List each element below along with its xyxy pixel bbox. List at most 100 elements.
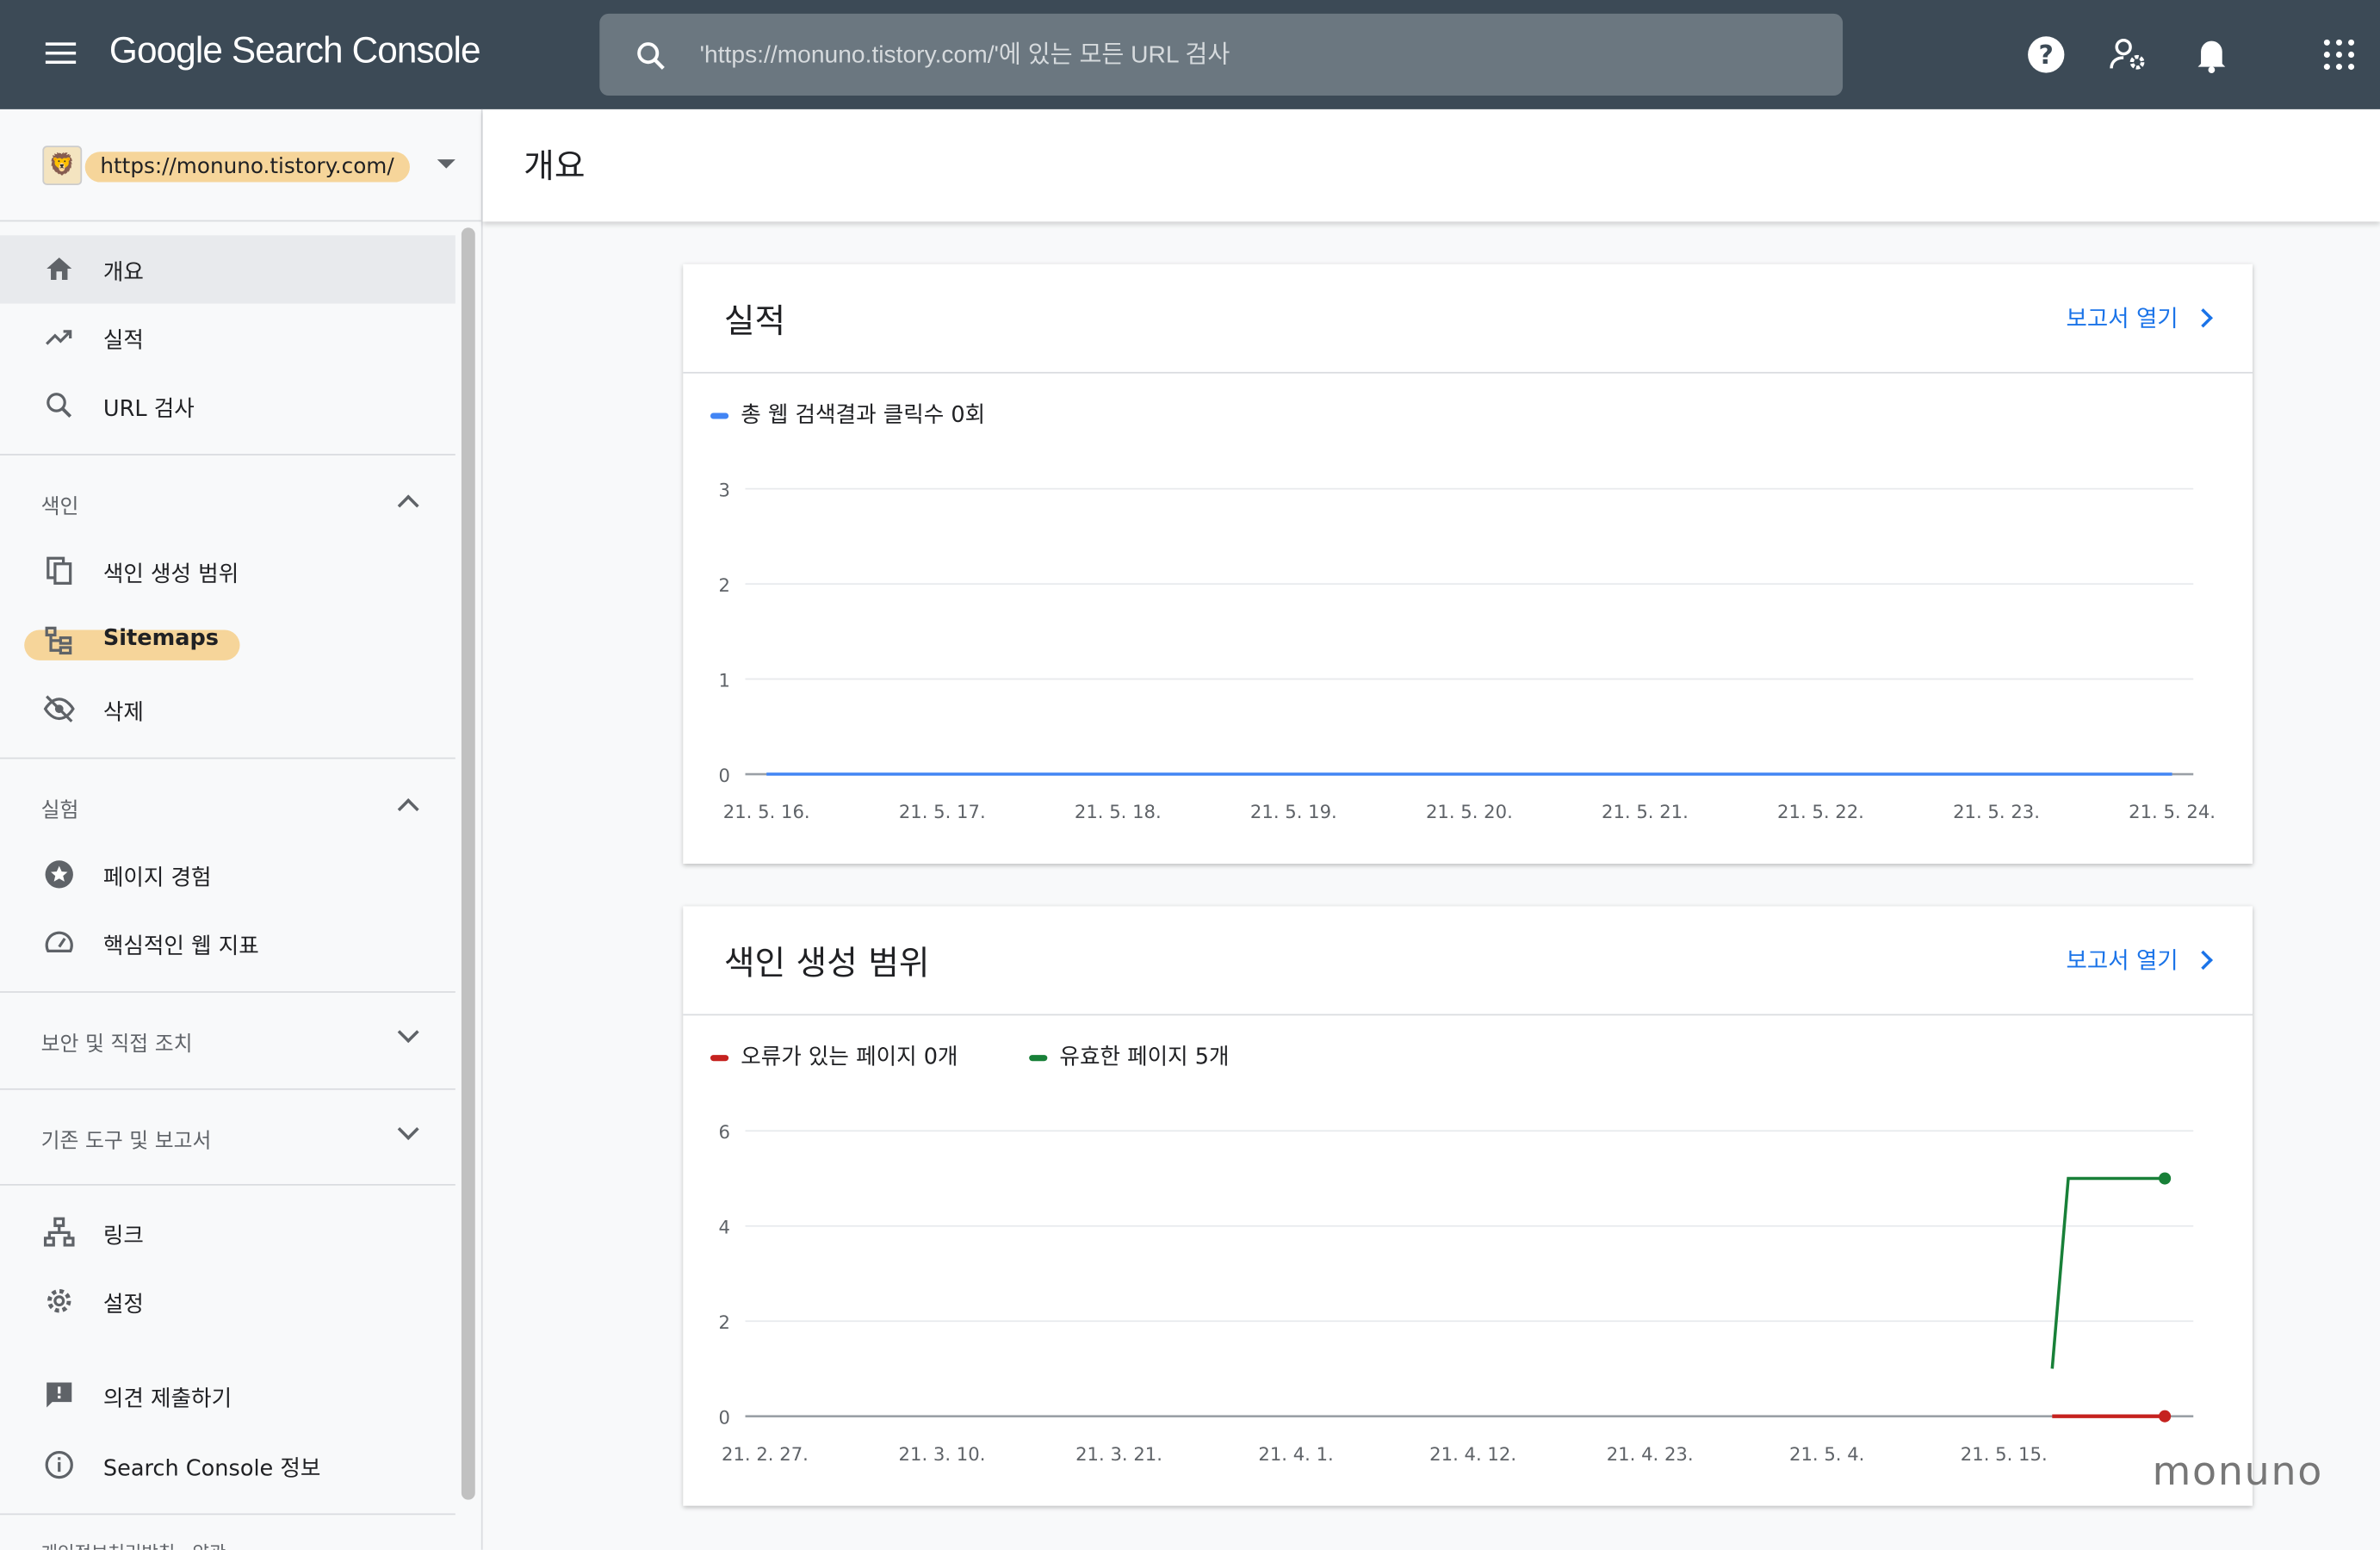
sidebar-item-label: 실적 [102,329,144,354]
sidebar-item-page-experience[interactable]: 페이지 경험 [0,841,456,909]
home-icon [46,257,72,280]
chevron-down-icon [397,1119,419,1140]
sidebar: 🦁 https://monuno.tistory.com/ 개요 실적 URL … [0,108,483,1550]
sidebar-item-overview[interactable]: 개요 [0,235,456,304]
sidebar-item-label: 의견 제출하기 [102,1387,232,1412]
chevron-up-icon [397,798,419,821]
search-icon [46,393,72,418]
sidebar-item-coverage[interactable]: 색인 생성 범위 [0,537,456,605]
sidebar-item-url-inspection[interactable]: URL 검사 [0,372,456,440]
divider [0,757,456,760]
x-tick-label: 21. 3. 10. [899,1443,986,1465]
notifications-icon[interactable] [2191,34,2233,76]
y-tick-label: 4 [718,1217,729,1238]
chevron-up-icon [397,494,419,517]
page-header: 개요 [482,108,2380,222]
x-tick-label: 21. 5. 19. [1250,801,1337,822]
copy-icon [46,556,72,585]
series-end-point [2159,1172,2172,1185]
info-icon [45,1450,73,1479]
sidebar-item-label: 색인 생성 범위 [102,562,239,588]
sidebar-item-label: Search Console 정보 [102,1457,321,1482]
sidebar-item-links[interactable]: 링크 [0,1200,456,1268]
section-label: 색인 [40,494,79,519]
y-tick-label: 0 [718,765,729,786]
feedback-icon [46,1382,72,1408]
section-security-toggle[interactable]: 보안 및 직접 조치 [0,1007,456,1074]
dropdown-arrow-icon[interactable] [437,159,456,169]
sitemap-icon [45,626,72,655]
trending-up-icon [46,330,72,345]
performance-chart: 0 1 2 3 21. 5. 16. 21. 5. 17. 21. 5. 18. 21. 5.… [718,479,2216,822]
x-tick-label: 21. 4. 1. [1258,1443,1333,1465]
sidebar-item-label: 링크 [102,1224,144,1249]
sidebar-item-performance[interactable]: 실적 [0,304,456,372]
x-tick-label: 21. 5. 16. [723,801,810,822]
watermark: monuno [2152,1449,2324,1496]
series-line-valid [2050,1176,2166,1369]
sidebar-item-removals[interactable]: 삭제 [0,675,456,743]
x-tick-label: 21. 5. 4. [1789,1443,1864,1465]
section-label: 보안 및 직접 조치 [40,1032,193,1057]
page-title: 개요 [524,148,586,187]
sidebar-item-core-web-vitals[interactable]: 핵심적인 웹 지표 [0,909,456,977]
x-tick-label: 21. 5. 15. [1961,1443,2048,1465]
section-label: 기존 도구 및 보고서 [40,1129,212,1154]
sidebar-item-settings[interactable]: 설정 [0,1268,456,1336]
sidebar-scrollbar[interactable] [461,227,475,1500]
coverage-chart: 0 2 4 6 21. 2. 27. 21. 3. 10. 21. 3. 21. 21. 4.… [718,1121,2194,1465]
sidebar-item-sitemaps[interactable]: Sitemaps [0,607,456,675]
divider [0,454,456,456]
x-tick-label: 21. 3. 21. [1075,1443,1162,1465]
sidebar-item-about[interactable]: Search Console 정보 [0,1431,456,1499]
divider [0,1513,456,1516]
coverage-card: 색인 생성 범위 보고서 열기 오류가 있는 페이지 0개 유효한 페이지 5개… [683,906,2253,1506]
sidebar-item-label: 삭제 [102,701,144,726]
y-tick-label: 1 [718,669,729,691]
links-icon [43,1217,75,1247]
top-app-bar: Google Search Console ? [0,0,2380,109]
x-tick-label: 21. 5. 18. [1075,801,1162,822]
x-tick-label: 21. 5. 22. [1777,801,1864,822]
series-end-point [2159,1410,2172,1423]
sidebar-item-label: 핵심적인 웹 지표 [102,934,259,960]
sidebar-item-label: URL 검사 [102,397,195,423]
url-inspect-search[interactable] [599,13,1844,96]
section-legacy-tools-toggle[interactable]: 기존 도구 및 보고서 [0,1104,456,1171]
app-logo: Google Search Console [108,30,481,71]
property-selector[interactable]: 🦁 https://monuno.tistory.com/ [0,109,481,222]
star-circle-icon [45,860,73,889]
menu-icon[interactable] [42,36,78,72]
help-icon[interactable]: ? [2025,34,2067,76]
section-label: 실험 [40,798,79,823]
sidebar-item-label: 페이지 경험 [102,866,212,891]
sidebar-item-label: 설정 [102,1293,144,1318]
eye-off-icon [43,695,75,722]
section-index-toggle[interactable]: 색인 [0,469,456,536]
search-input[interactable] [697,32,1796,81]
apps-grid-icon[interactable] [2318,34,2360,76]
x-tick-label: 21. 5. 21. [1602,801,1689,822]
y-tick-label: 0 [718,1407,729,1429]
user-settings-icon[interactable] [2107,34,2149,76]
footer-links[interactable]: 개인정보처리방침 · 약관 [41,1539,226,1550]
gauge-icon [45,931,73,953]
y-tick-label: 3 [718,479,729,500]
performance-card: 실적 보고서 열기 총 웹 검색결과 클릭수 0회 0 1 2 3 21. 5. 16.… [683,264,2253,865]
divider [0,1088,456,1090]
sidebar-item-feedback[interactable]: 의견 제출하기 [0,1361,456,1429]
divider [0,1183,456,1186]
property-url: https://monuno.tistory.com/ [84,152,410,183]
y-tick-label: 2 [718,574,729,596]
y-tick-label: 6 [718,1121,729,1143]
svg-text:?: ? [2039,40,2054,71]
x-tick-label: 21. 5. 17. [899,801,986,822]
x-tick-label: 21. 5. 20. [1426,801,1513,822]
x-tick-label: 21. 2. 27. [722,1443,809,1465]
property-favicon: 🦁 [42,146,83,186]
sidebar-item-label: Sitemaps [102,627,220,652]
sidebar-item-label: 개요 [102,261,144,286]
x-tick-label: 21. 5. 23. [1953,801,2040,822]
section-experiments-toggle[interactable]: 실험 [0,772,456,840]
x-tick-label: 21. 5. 24. [2129,801,2216,822]
